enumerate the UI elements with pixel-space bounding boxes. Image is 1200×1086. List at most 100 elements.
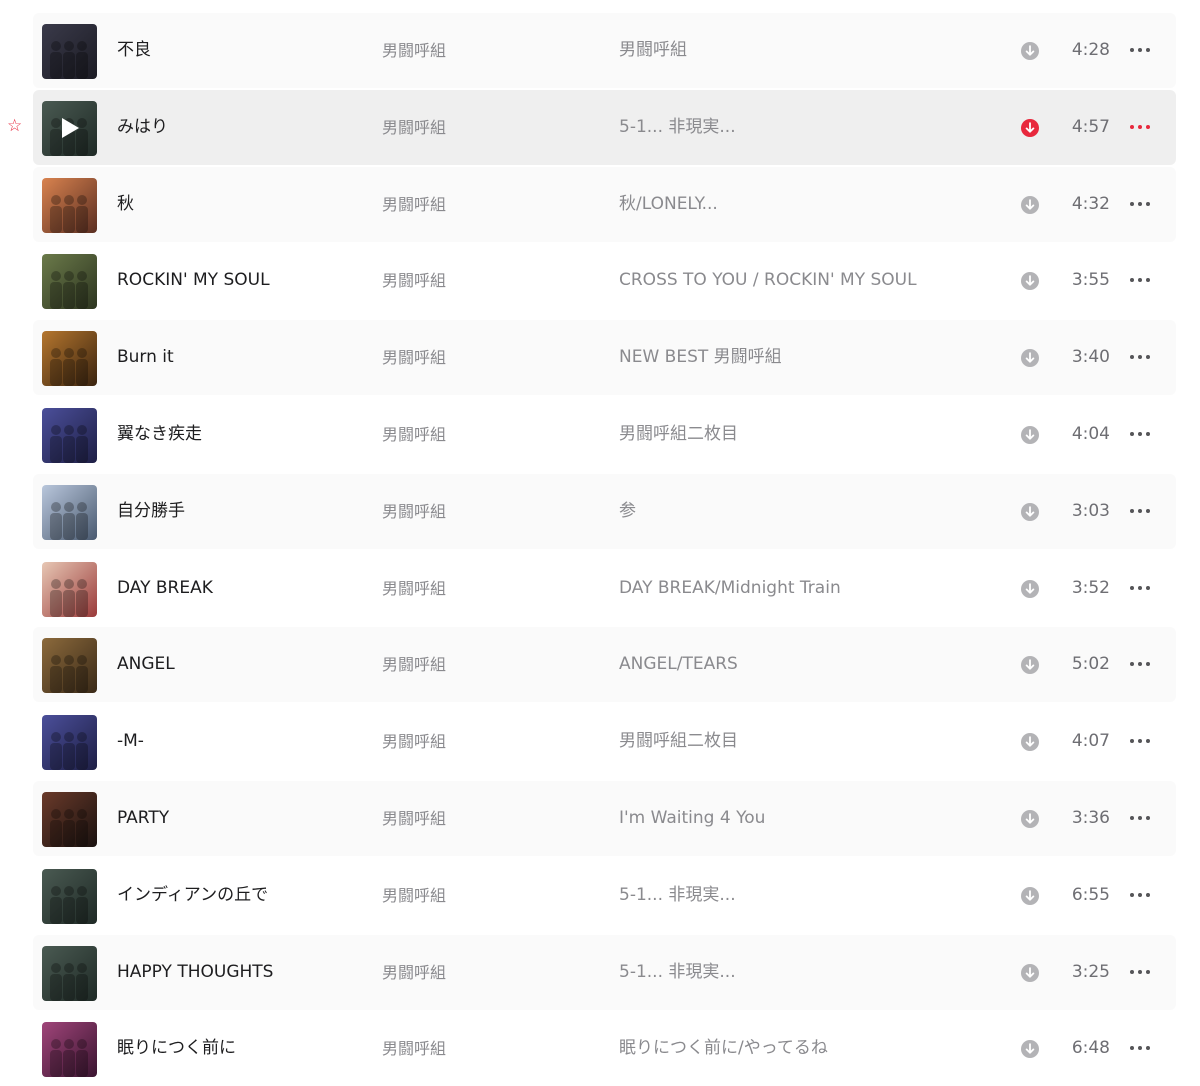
play-icon[interactable] bbox=[62, 117, 79, 138]
track-row[interactable]: 自分勝手 男闘呼組参 3:03 bbox=[33, 473, 1176, 549]
track-row[interactable]: 眠りにつく前に 男闘呼組 眠りにつく前に/やってるね 6:48 bbox=[33, 1011, 1176, 1086]
track-row[interactable]: インディアンの丘で 男闘呼組 5-1... 非現実... 6:55 bbox=[33, 857, 1176, 933]
more-icon[interactable] bbox=[1128, 193, 1152, 215]
more-icon[interactable] bbox=[1128, 269, 1152, 291]
more-icon[interactable] bbox=[1128, 653, 1152, 675]
album-artwork[interactable] bbox=[42, 408, 97, 463]
track-album[interactable]: CROSS TO YOU / ROCKIN' MY SOUL bbox=[619, 243, 999, 318]
track-row[interactable]: 秋 男闘呼組 秋/LONELY... 4:32 bbox=[33, 166, 1176, 242]
track-artist[interactable]: 男闘呼組 bbox=[382, 167, 582, 242]
more-icon[interactable] bbox=[1128, 423, 1152, 445]
download-icon[interactable] bbox=[1021, 656, 1039, 675]
track-album[interactable]: I'm Waiting 4 You bbox=[619, 781, 999, 856]
track-duration: 5:02 bbox=[1071, 654, 1110, 675]
track-artist[interactable]: 男闘呼組 bbox=[382, 243, 582, 318]
track-artist[interactable]: 男闘呼組 bbox=[382, 474, 582, 549]
album-artwork[interactable] bbox=[42, 484, 97, 540]
album-artwork[interactable] bbox=[42, 177, 97, 233]
track-title: 不良 bbox=[117, 40, 151, 60]
more-icon[interactable] bbox=[1128, 346, 1152, 368]
download-icon[interactable] bbox=[1021, 272, 1039, 291]
track-duration: 3:55 bbox=[1071, 270, 1110, 291]
track-duration: 3:40 bbox=[1071, 347, 1110, 368]
album-artwork[interactable] bbox=[42, 1022, 97, 1078]
track-row[interactable]: DAY BREAK 男闘呼組 DAY BREAK/Midnight Train 3:5… bbox=[33, 550, 1176, 626]
download-icon[interactable] bbox=[1021, 195, 1039, 214]
track-row[interactable]: PARTY 男闘呼組 I'm Waiting 4 You 3:36 bbox=[33, 781, 1176, 856]
more-icon[interactable] bbox=[1128, 116, 1152, 138]
star-icon[interactable]: ☆ bbox=[7, 116, 25, 136]
track-row[interactable]: 不良 男闘呼組 男闘呼組 4:28 bbox=[33, 13, 1176, 88]
album-artwork[interactable] bbox=[42, 792, 97, 847]
track-artist[interactable]: 男闘呼組 bbox=[382, 935, 582, 1010]
track-album[interactable]: 参 bbox=[619, 474, 999, 549]
download-icon[interactable] bbox=[1021, 733, 1039, 752]
more-icon[interactable] bbox=[1128, 500, 1152, 522]
track-artist[interactable]: 男闘呼組 bbox=[382, 551, 582, 626]
download-icon[interactable] bbox=[1021, 810, 1039, 828]
track-duration: 3:36 bbox=[1071, 808, 1110, 828]
track-duration: 6:55 bbox=[1071, 884, 1110, 905]
album-artwork[interactable] bbox=[42, 254, 97, 310]
track-row[interactable]: 翼なき疾走 男闘呼組 男闘呼組二枚目 4:04 bbox=[33, 397, 1176, 472]
track-duration: 4:04 bbox=[1071, 424, 1110, 444]
track-album[interactable]: 5-1... 非現実... bbox=[619, 935, 999, 1010]
more-icon[interactable] bbox=[1128, 730, 1152, 752]
track-album[interactable]: ANGEL/TEARS bbox=[619, 627, 999, 702]
track-artist[interactable]: 男闘呼組 bbox=[382, 13, 582, 88]
album-artwork[interactable] bbox=[42, 868, 97, 924]
more-icon[interactable] bbox=[1128, 39, 1152, 61]
track-album[interactable]: NEW BEST 男闘呼組 bbox=[619, 320, 999, 395]
download-icon[interactable] bbox=[1021, 502, 1039, 521]
more-icon[interactable] bbox=[1128, 577, 1152, 599]
track-artist[interactable]: 男闘呼組 bbox=[382, 704, 582, 779]
track-title: DAY BREAK bbox=[117, 577, 213, 598]
track-album[interactable]: 男闘呼組二枚目 bbox=[619, 704, 999, 779]
track-row[interactable]: ROCKIN' MY SOUL 男闘呼組 CROSS TO YOU / ROCKIN… bbox=[33, 243, 1176, 319]
album-artwork[interactable] bbox=[42, 945, 97, 1001]
more-icon[interactable] bbox=[1128, 1037, 1152, 1059]
track-album[interactable]: 5-1... 非現実... bbox=[619, 90, 999, 165]
track-duration: 4:28 bbox=[1071, 40, 1110, 60]
album-artwork[interactable] bbox=[42, 331, 97, 387]
track-artist[interactable]: 男闘呼組 bbox=[382, 627, 582, 702]
track-row[interactable]: -M- 男闘呼組 男闘呼組二枚目 4:07 bbox=[33, 704, 1176, 780]
download-icon[interactable] bbox=[1021, 42, 1039, 60]
track-artist[interactable]: 男闘呼組 bbox=[382, 90, 582, 165]
track-artist[interactable]: 男闘呼組 bbox=[382, 397, 582, 472]
track-album[interactable]: DAY BREAK/Midnight Train bbox=[619, 551, 999, 626]
album-artwork[interactable] bbox=[42, 100, 97, 156]
download-icon[interactable] bbox=[1021, 426, 1039, 444]
track-album[interactable]: 男闘呼組 bbox=[619, 13, 999, 88]
track-row[interactable]: Burn it 男闘呼組 NEW BEST 男闘呼組 3:40 bbox=[33, 320, 1176, 396]
album-artwork[interactable] bbox=[42, 715, 97, 771]
track-artist[interactable]: 男闘呼組 bbox=[382, 781, 582, 856]
download-icon[interactable] bbox=[1021, 349, 1039, 368]
track-row[interactable]: HAPPY THOUGHTS 男闘呼組 5-1... 非現実... 3:25 bbox=[33, 934, 1176, 1010]
track-list: 不良 男闘呼組 男闘呼組 4:28 ☆ みはり 男闘呼組 5-1... 非現実... 4:57 秋… bbox=[0, 0, 1200, 1086]
download-icon[interactable] bbox=[1021, 579, 1039, 598]
more-icon[interactable] bbox=[1128, 884, 1152, 906]
track-album[interactable]: 5-1... 非現実... bbox=[619, 858, 999, 933]
track-album[interactable]: 秋/LONELY... bbox=[619, 167, 999, 242]
download-icon[interactable] bbox=[1021, 118, 1039, 137]
album-artwork[interactable] bbox=[42, 561, 97, 617]
album-artwork[interactable] bbox=[42, 638, 97, 694]
track-title: -M- bbox=[117, 731, 144, 752]
download-icon[interactable] bbox=[1021, 886, 1039, 905]
track-artist[interactable]: 男闘呼組 bbox=[382, 1011, 582, 1086]
track-artist[interactable]: 男闘呼組 bbox=[382, 320, 582, 395]
track-row[interactable]: ANGEL 男闘呼組 ANGEL/TEARS 5:02 bbox=[33, 627, 1176, 703]
track-artist[interactable]: 男闘呼組 bbox=[382, 858, 582, 933]
album-artwork[interactable] bbox=[42, 24, 97, 79]
more-icon[interactable] bbox=[1128, 961, 1152, 983]
track-duration: 4:07 bbox=[1071, 731, 1110, 752]
more-icon[interactable] bbox=[1128, 807, 1152, 829]
track-album[interactable]: 眠りにつく前に/やってるね bbox=[619, 1011, 999, 1086]
track-album[interactable]: 男闘呼組二枚目 bbox=[619, 397, 999, 472]
download-icon[interactable] bbox=[1021, 1040, 1039, 1059]
track-duration: 6:48 bbox=[1071, 1038, 1110, 1059]
track-row[interactable]: ☆ みはり 男闘呼組 5-1... 非現実... 4:57 bbox=[7, 89, 1176, 165]
track-title: 秋 bbox=[117, 193, 134, 214]
download-icon[interactable] bbox=[1021, 963, 1039, 982]
